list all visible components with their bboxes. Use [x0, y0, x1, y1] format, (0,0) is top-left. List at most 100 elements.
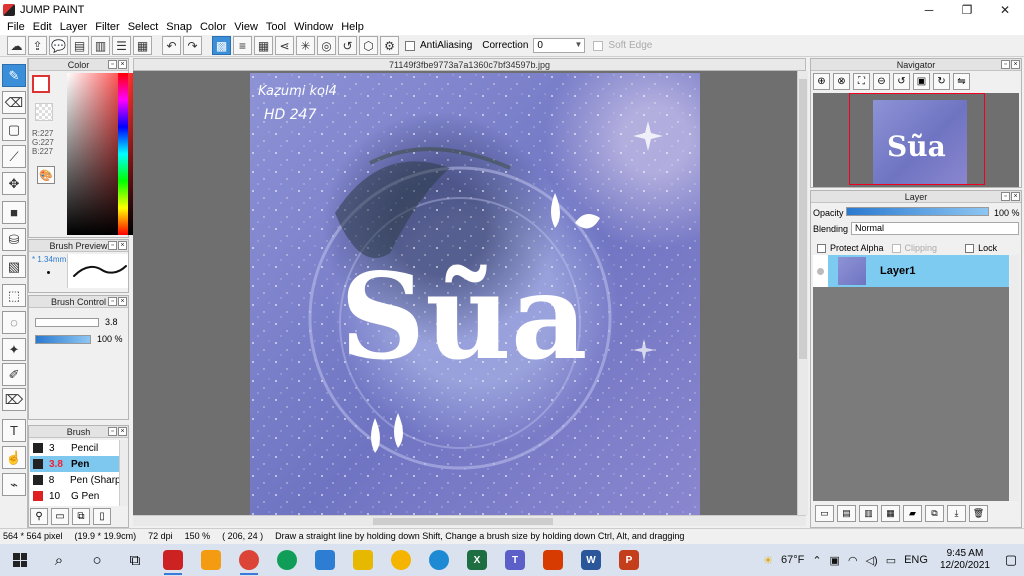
- new-color-layer-icon[interactable]: ▥: [859, 505, 878, 522]
- visibility-icon[interactable]: [813, 255, 828, 287]
- snap-polygon-icon[interactable]: ⬡: [359, 36, 378, 55]
- panel-icon[interactable]: ▥: [91, 36, 110, 55]
- clock[interactable]: 9:45 AM 12/20/2021: [940, 548, 990, 572]
- close-icon[interactable]: ×: [1011, 192, 1020, 201]
- menu-layer[interactable]: Layer: [56, 21, 92, 33]
- taskbar-excel-icon[interactable]: X: [458, 544, 496, 576]
- close-icon[interactable]: ×: [118, 241, 127, 250]
- snap-vanishing-icon[interactable]: ⋖: [275, 36, 294, 55]
- taskbar-chrome-2-icon[interactable]: [382, 544, 420, 576]
- float-icon[interactable]: ▫: [1001, 192, 1010, 201]
- tray-chevron-icon[interactable]: ⌃: [812, 554, 821, 567]
- brush-item[interactable]: 8 Pen (Sharp: [30, 472, 119, 488]
- eyedropper-icon[interactable]: ⌁: [2, 473, 26, 496]
- close-icon[interactable]: ×: [118, 427, 127, 436]
- restore-icon[interactable]: ❐: [948, 0, 986, 19]
- copy-brush-icon[interactable]: ⧉: [72, 508, 90, 525]
- start-button[interactable]: [0, 544, 40, 576]
- bucket-tool-icon[interactable]: ⛁: [2, 228, 26, 251]
- flip-icon[interactable]: ⇋: [953, 73, 970, 90]
- tone-layer-icon[interactable]: ▦: [881, 505, 900, 522]
- taskbar-store-icon[interactable]: [306, 544, 344, 576]
- merge-down-icon[interactable]: ⤓: [947, 505, 966, 522]
- menu-filter[interactable]: Filter: [91, 21, 123, 33]
- float-icon[interactable]: ▫: [108, 60, 117, 69]
- canvas-vertical-scrollbar[interactable]: [797, 71, 808, 515]
- snap-cross-icon[interactable]: ▦: [254, 36, 273, 55]
- menu-view[interactable]: View: [230, 21, 262, 33]
- menu-color[interactable]: Color: [196, 21, 230, 33]
- rotate-left-icon[interactable]: ↺: [893, 73, 910, 90]
- move-tool-icon[interactable]: ✥: [2, 172, 26, 195]
- brush-item[interactable]: 3 Pencil: [30, 440, 119, 456]
- close-icon[interactable]: ×: [1011, 60, 1020, 69]
- float-icon[interactable]: ▫: [108, 427, 117, 436]
- language-indicator[interactable]: ENG: [904, 554, 928, 566]
- menu-file[interactable]: File: [3, 21, 29, 33]
- snap-off-icon[interactable]: ▩: [212, 36, 231, 55]
- new-brush-icon[interactable]: ▭: [51, 508, 69, 525]
- reset-icon[interactable]: ▣: [913, 73, 930, 90]
- weather-icon[interactable]: ☀: [763, 554, 773, 567]
- undo-icon[interactable]: ↶: [162, 36, 181, 55]
- fit-icon[interactable]: ⛶: [853, 73, 870, 90]
- soft-edge-checkbox[interactable]: [593, 40, 604, 51]
- gradient-tool-icon[interactable]: ▧: [2, 255, 26, 278]
- line-tool-icon[interactable]: ⟋: [2, 145, 26, 168]
- notification-icon[interactable]: ▢: [998, 544, 1024, 576]
- hue-slider[interactable]: [118, 73, 128, 235]
- lock-checkbox[interactable]: [965, 243, 975, 253]
- layer-list-scrollbar[interactable]: [1010, 255, 1019, 501]
- zoom-100-icon[interactable]: ⊗: [833, 73, 850, 90]
- correction-select[interactable]: 0 ▼: [533, 38, 586, 53]
- blending-select[interactable]: Normal: [851, 222, 1019, 235]
- hand-tool-icon[interactable]: ☝: [2, 446, 26, 469]
- volume-icon[interactable]: ◁): [866, 554, 878, 567]
- float-icon[interactable]: ▫: [1001, 60, 1010, 69]
- scroll-thumb[interactable]: [373, 518, 553, 525]
- menu-window[interactable]: Window: [290, 21, 337, 33]
- cloud-icon[interactable]: ☁: [7, 36, 26, 55]
- text-tool-icon[interactable]: T: [2, 419, 26, 442]
- canvas-area[interactable]: Sũa Kazumi kol4 HD 247: [133, 71, 797, 515]
- taskbar-teams-icon[interactable]: T: [496, 544, 534, 576]
- taskbar-word-icon[interactable]: W: [572, 544, 610, 576]
- taskbar-app-orange-icon[interactable]: [192, 544, 230, 576]
- brush-opacity-slider[interactable]: [35, 335, 91, 344]
- menu-help[interactable]: Help: [337, 21, 368, 33]
- new-page-icon[interactable]: ▤: [837, 505, 856, 522]
- rotate-right-icon[interactable]: ↻: [933, 73, 950, 90]
- scroll-thumb[interactable]: [799, 79, 807, 359]
- layer-opacity-slider[interactable]: [846, 207, 989, 216]
- taskbar-office-icon[interactable]: [534, 544, 572, 576]
- close-icon[interactable]: ×: [118, 297, 127, 306]
- navigator-viewport-frame[interactable]: [849, 93, 985, 185]
- brush-list-scrollbar[interactable]: [119, 440, 128, 506]
- brush-size-slider[interactable]: [35, 318, 99, 327]
- select-pen-icon[interactable]: ✐: [2, 363, 26, 386]
- menu-edit[interactable]: Edit: [29, 21, 56, 33]
- export-icon[interactable]: ⇪: [28, 36, 47, 55]
- wifi-icon[interactable]: ◠: [848, 554, 858, 567]
- antialiasing-checkbox[interactable]: [405, 40, 415, 51]
- zoom-in-icon[interactable]: ⊕: [813, 73, 830, 90]
- copy-layer-icon[interactable]: ⧉: [925, 505, 944, 522]
- new-layer-icon[interactable]: ▭: [815, 505, 834, 522]
- cortana-icon[interactable]: ○: [78, 544, 116, 576]
- snap-circle-icon[interactable]: ◎: [317, 36, 336, 55]
- tray-app-icon[interactable]: ▣: [830, 554, 840, 567]
- battery-icon[interactable]: ▭: [886, 554, 896, 567]
- taskbar-chrome-icon[interactable]: [230, 544, 268, 576]
- layer-item-layer1[interactable]: Layer1: [813, 255, 1009, 287]
- zoom-out-icon[interactable]: ⊖: [873, 73, 890, 90]
- navigator-view[interactable]: Sũa: [813, 93, 1019, 187]
- document-tab[interactable]: 71149f3fbe9773a7a1360c7bf34597b.jpg: [133, 58, 806, 71]
- weather-temp[interactable]: 67°F: [781, 554, 804, 566]
- chat-icon[interactable]: ▤: [70, 36, 89, 55]
- taskbar-edge-icon[interactable]: [420, 544, 458, 576]
- comment-icon[interactable]: 💬: [49, 36, 68, 55]
- close-icon[interactable]: ×: [118, 60, 127, 69]
- brush-item-selected[interactable]: 3.8 Pen: [30, 456, 119, 472]
- menu-tool[interactable]: Tool: [262, 21, 290, 33]
- redo-icon[interactable]: ↷: [183, 36, 202, 55]
